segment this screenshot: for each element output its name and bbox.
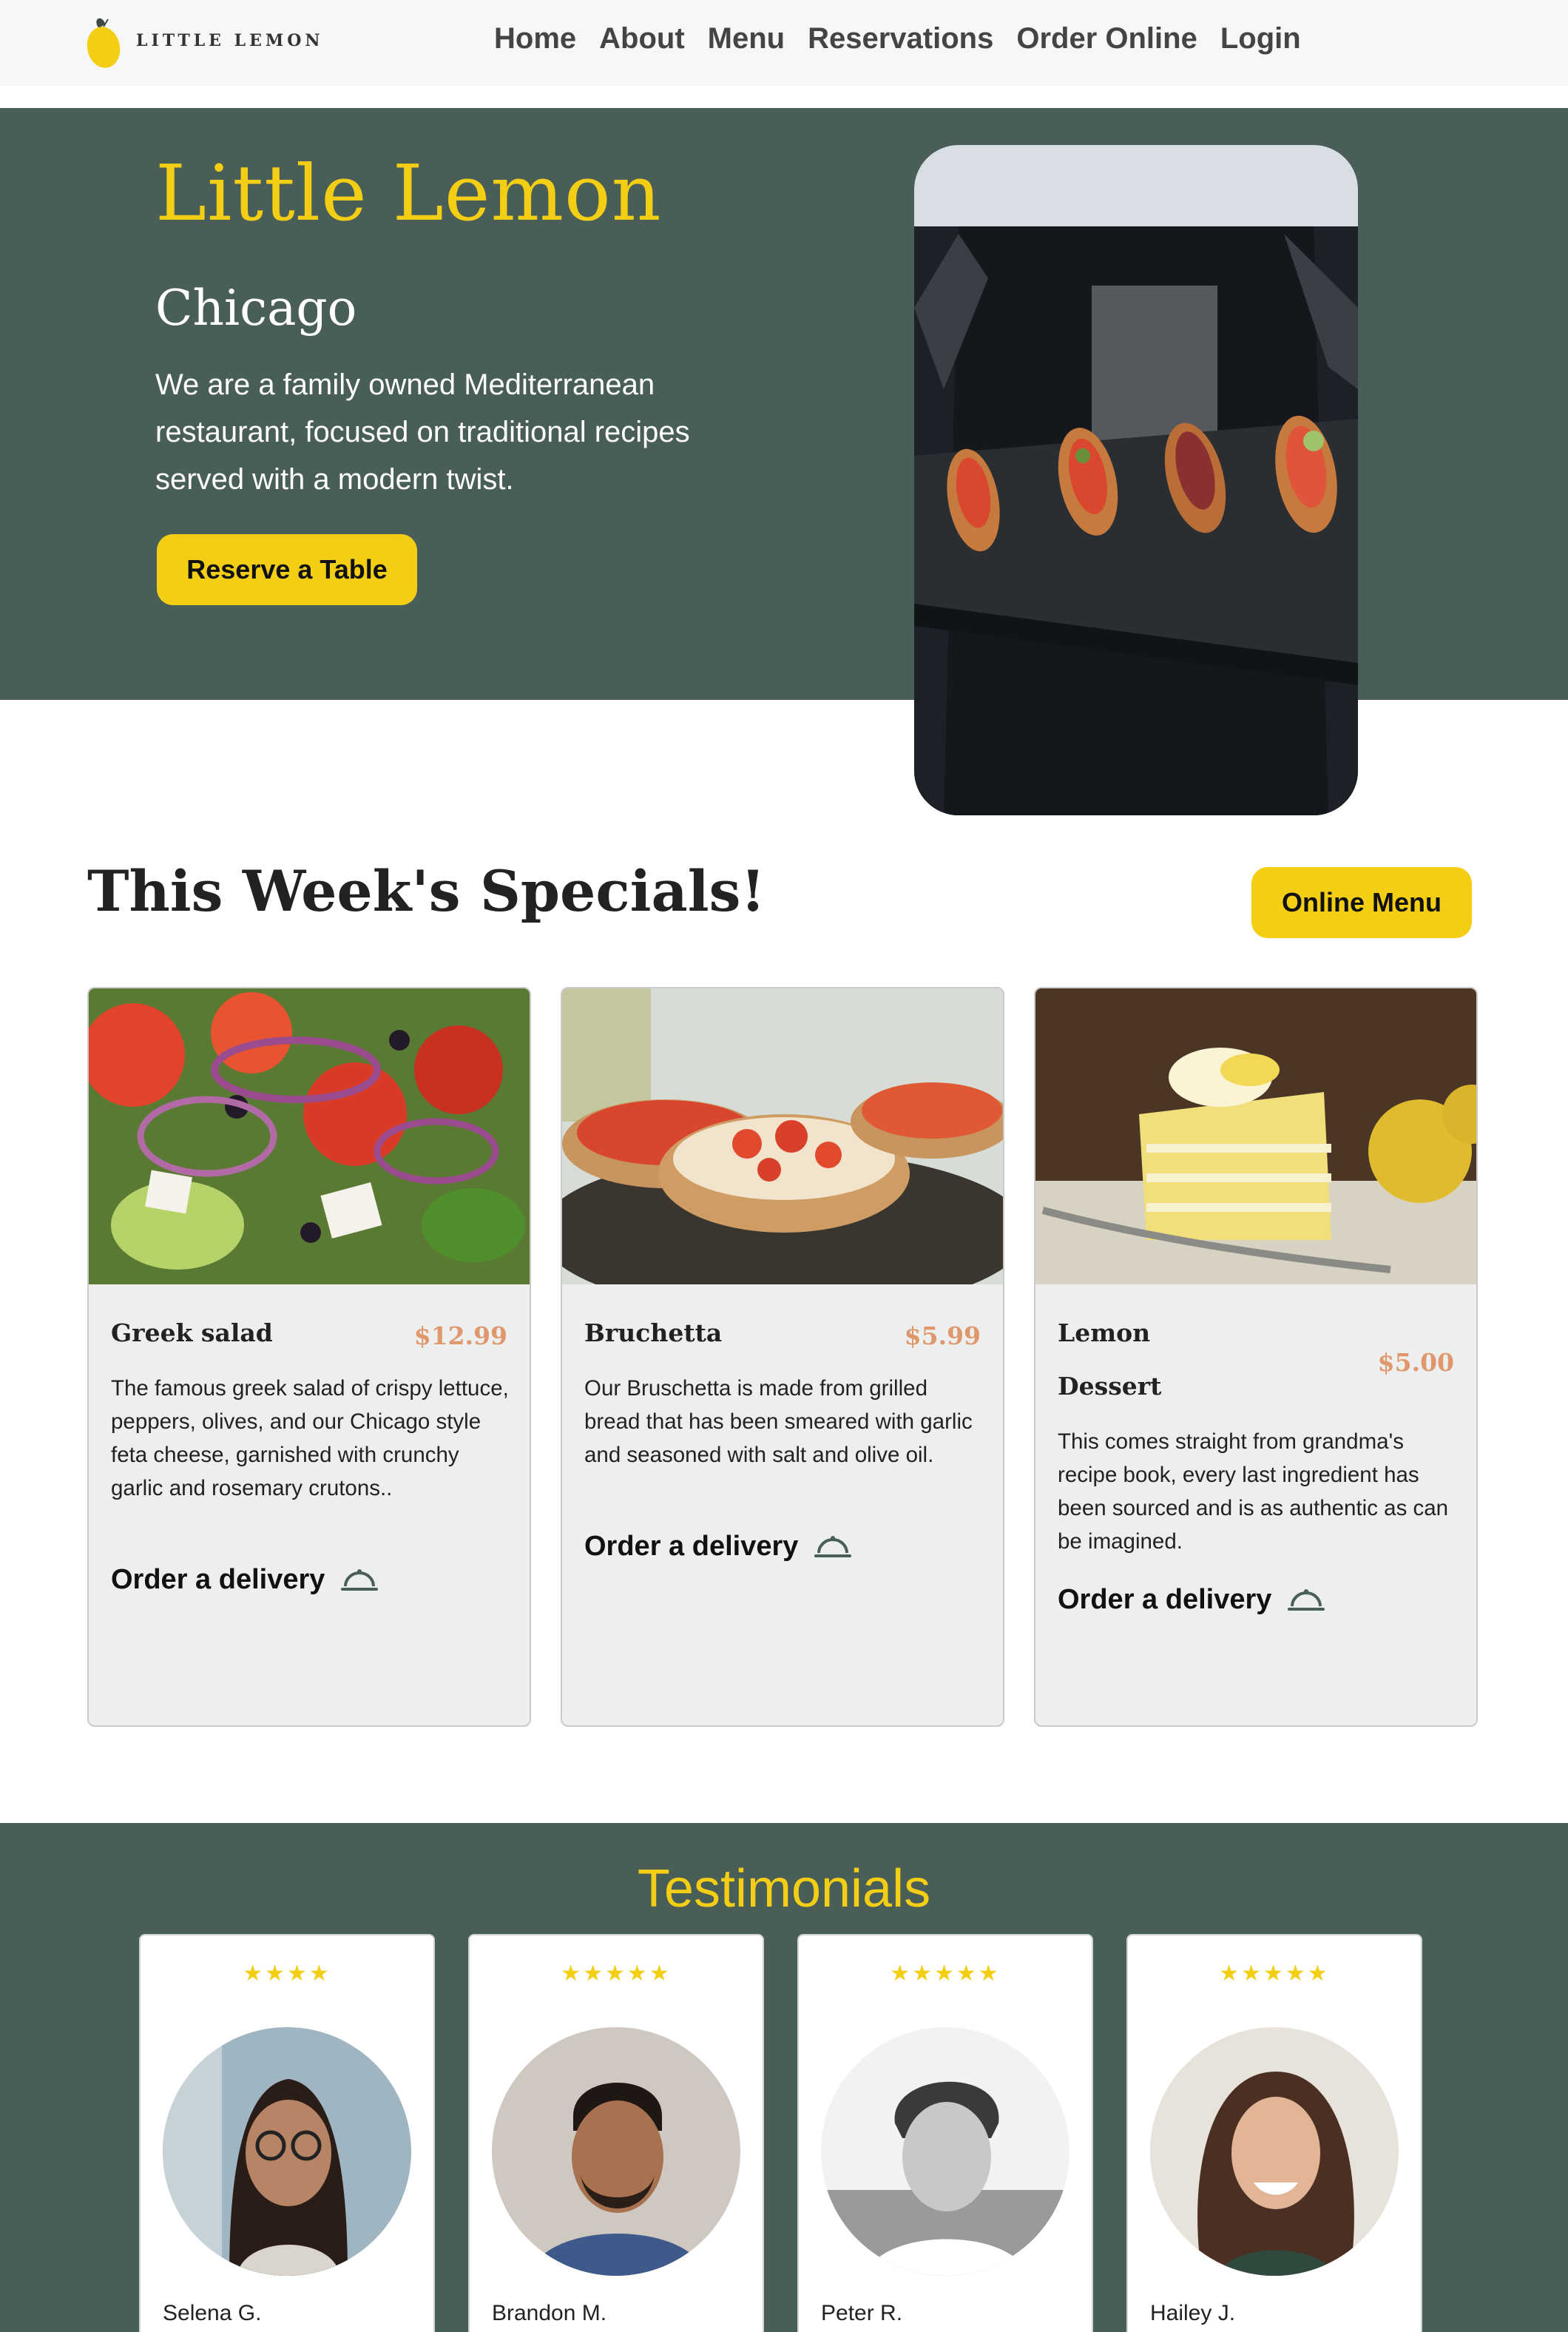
dish-price: $12.99 [413, 1321, 507, 1350]
online-menu-button[interactable]: Online Menu [1251, 867, 1472, 938]
reviewer-name: Brandon M. [492, 2301, 607, 2325]
bruchetta-image [562, 988, 1003, 1284]
reviewer-name: Selena G. [163, 2301, 262, 2325]
dish-description: This comes straight from grandma's recip… [1058, 1429, 1449, 1554]
avatar [492, 2027, 740, 2276]
order-delivery-label: Order a delivery [111, 1564, 325, 1595]
nav-menu[interactable]: Menu [708, 22, 785, 55]
dish-description: Our Bruschetta is made from grilled brea… [584, 1376, 973, 1467]
dish-description: The famous greek salad of crispy lettuce… [111, 1376, 509, 1500]
dish-name-line-2: Dessert [1058, 1372, 1162, 1401]
testimonials-section: Testimonials ★★★★ Selena G. ★★★★★ Brando… [0, 1823, 1568, 2332]
dish-name-line-1: Lemon [1058, 1318, 1151, 1347]
special-card-greek-salad[interactable]: Greek salad $12.99 The famous greek sala… [87, 987, 531, 1727]
star-rating: ★★★★★ [890, 1961, 1001, 1986]
waiter-with-bruschetta-image [914, 145, 1358, 815]
dish-price: $5.99 [904, 1321, 981, 1350]
special-card-bruchetta[interactable]: Bruchetta $5.99 Our Bruschetta is made f… [561, 987, 1004, 1727]
avatar [821, 2027, 1069, 2276]
reviewer-name: Hailey J. [1150, 2301, 1236, 2325]
cloche-icon [1288, 1588, 1325, 1611]
dish-name: Bruchetta [584, 1318, 723, 1347]
reviewer-name: Peter R. [821, 2301, 903, 2325]
avatar [163, 2027, 411, 2276]
order-delivery-link[interactable]: Order a delivery [1058, 1584, 1325, 1616]
nav-home[interactable]: Home [494, 22, 576, 55]
cloche-icon [341, 1568, 379, 1591]
logo[interactable]: LITTLE LEMON [86, 10, 323, 71]
testimonials-title: Testimonials [637, 1859, 931, 1918]
nav-about[interactable]: About [599, 22, 685, 55]
top-nav: LITTLE LEMON Home About Menu Reservation… [0, 0, 1568, 86]
specials-title: This Week's Specials! [87, 858, 766, 924]
hero-subtitle: Chicago [155, 280, 357, 337]
logo-text: LITTLE LEMON [136, 31, 324, 50]
dish-price: $5.00 [1377, 1348, 1454, 1377]
cloche-icon [814, 1535, 852, 1557]
order-delivery-label: Order a delivery [584, 1531, 799, 1562]
lemon-dessert-image [1035, 988, 1476, 1284]
star-rating: ★★★★★ [1219, 1961, 1330, 1986]
greek-salad-image [89, 988, 530, 1284]
testimonial-card: ★★★★★ Hailey J. [1126, 1934, 1422, 2332]
hero-title: Little Lemon [155, 148, 662, 238]
avatar [1150, 2027, 1399, 2276]
testimonial-card: ★★★★★ Brandon M. [468, 1934, 764, 2332]
testimonial-card: ★★★★ Selena G. [139, 1934, 435, 2332]
special-card-lemon-dessert[interactable]: Lemon Dessert $5.00 This comes straight … [1034, 987, 1478, 1727]
testimonial-card: ★★★★★ Peter R. [797, 1934, 1093, 2332]
dish-name: Greek salad [111, 1318, 273, 1347]
order-delivery-link[interactable]: Order a delivery [111, 1564, 379, 1596]
reserve-table-button[interactable]: Reserve a Table [157, 534, 417, 605]
order-delivery-link[interactable]: Order a delivery [584, 1531, 852, 1563]
nav-links: Home About Menu Reservations Order Onlin… [494, 22, 1301, 55]
nav-login[interactable]: Login [1220, 22, 1301, 55]
nav-reservations[interactable]: Reservations [808, 22, 993, 55]
star-rating: ★★★★ [243, 1961, 331, 1986]
order-delivery-label: Order a delivery [1058, 1584, 1272, 1615]
lemon-logo-icon [87, 18, 121, 68]
nav-order-online[interactable]: Order Online [1016, 22, 1197, 55]
hero-food-image [914, 145, 1358, 815]
hero-description: We are a family owned Mediterranean rest… [155, 368, 690, 496]
star-rating: ★★★★★ [561, 1961, 672, 1986]
